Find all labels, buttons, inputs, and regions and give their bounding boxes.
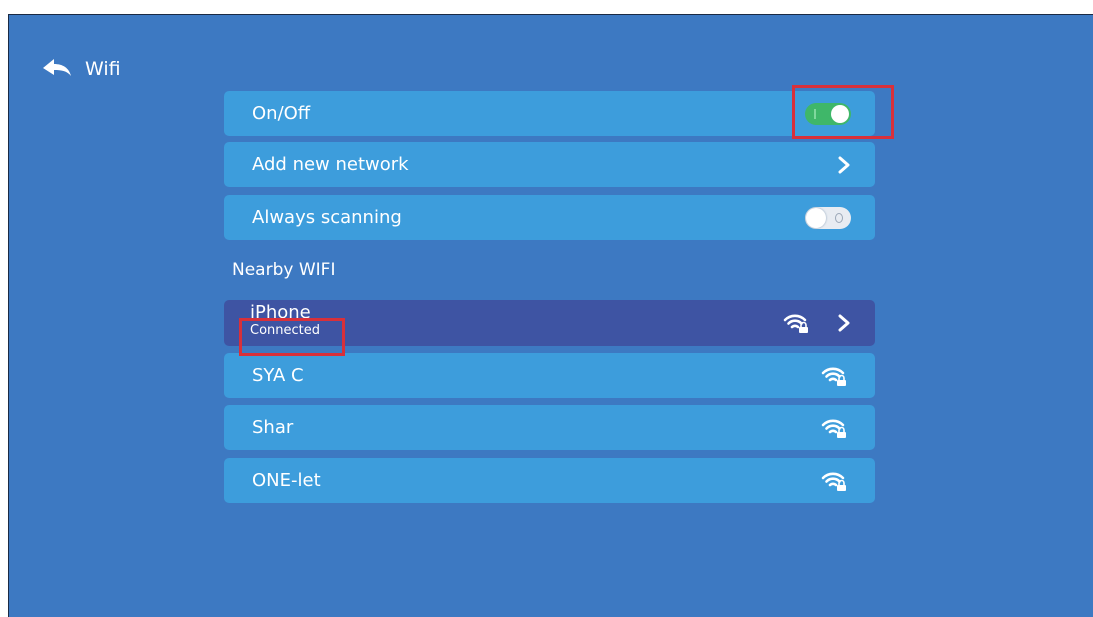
network-name: iPhone <box>250 301 311 323</box>
network-row[interactable]: ONE-let <box>224 458 875 503</box>
wifi-locked-icon <box>783 312 809 334</box>
page-title: Wifi <box>85 58 121 80</box>
back-arrow-icon[interactable] <box>41 56 73 82</box>
onoff-row: On/Off <box>224 91 875 136</box>
toggle-knob <box>831 104 849 123</box>
chevron-right-icon[interactable] <box>837 314 851 332</box>
toggle-on-mark-icon <box>814 108 816 119</box>
network-row-connected[interactable]: iPhone Connected <box>224 300 875 346</box>
wifi-locked-icon <box>821 470 847 492</box>
toggle-off-mark-icon <box>835 212 843 223</box>
header: Wifi <box>41 53 121 85</box>
connection-status: Connected <box>250 322 321 338</box>
network-row[interactable]: SYA C <box>224 353 875 398</box>
wifi-toggle[interactable] <box>805 102 851 125</box>
network-row[interactable]: Shar <box>224 405 875 450</box>
nearby-wifi-heading: Nearby WIFI <box>232 260 336 280</box>
network-info: iPhone Connected <box>224 303 783 338</box>
network-name: ONE-let <box>252 470 321 491</box>
network-name: Shar <box>252 417 294 438</box>
network-name: SYA C <box>252 365 304 386</box>
always-scanning-row: Always scanning <box>224 195 875 240</box>
scanning-toggle[interactable] <box>805 206 851 229</box>
add-network-row[interactable]: Add new network <box>224 142 875 187</box>
onoff-label: On/Off <box>252 103 311 124</box>
chevron-right-icon[interactable] <box>837 156 851 174</box>
wifi-locked-icon <box>821 365 847 387</box>
toggle-knob <box>806 207 826 228</box>
wifi-locked-icon <box>821 417 847 439</box>
add-network-label: Add new network <box>252 154 409 175</box>
always-scanning-label: Always scanning <box>252 207 402 228</box>
